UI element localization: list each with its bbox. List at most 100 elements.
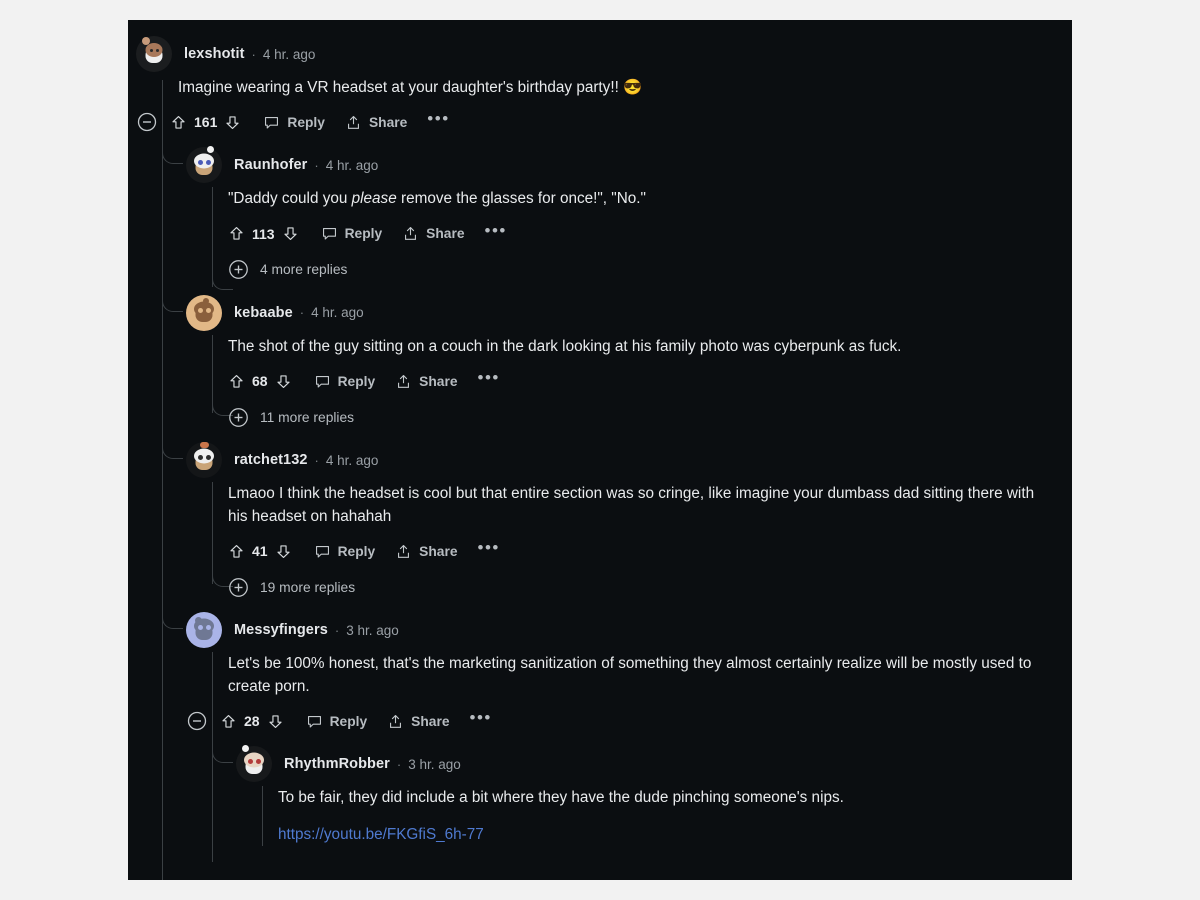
upvote-icon[interactable] — [170, 114, 187, 131]
comment-thread-item: ratchet132 · 4 hr. ago Lmaoo I think the… — [128, 440, 1072, 604]
comment-body: Let's be 100% honest, that's the marketi… — [228, 655, 1032, 695]
avatar-head-icon — [194, 153, 214, 169]
more-replies-button[interactable]: 11 more replies — [228, 400, 1072, 434]
thread-curve-connector — [162, 440, 183, 460]
upvote-icon[interactable] — [220, 713, 237, 730]
comment-timestamp: 3 hr. ago — [346, 622, 399, 638]
share-button[interactable]: Share — [402, 225, 465, 242]
share-icon — [345, 114, 362, 131]
avatar-eye-right-icon — [156, 48, 160, 52]
downvote-icon[interactable] — [224, 114, 241, 131]
avatar[interactable] — [136, 36, 172, 72]
avatar-head-icon — [194, 448, 214, 464]
vote-count: 113 — [252, 225, 275, 242]
screenshot-root: lexshotit · 4 hr. ago Imagine wearing a … — [0, 0, 1200, 900]
comment-header: lexshotit · 4 hr. ago — [136, 34, 1072, 74]
share-button[interactable]: Share — [395, 373, 458, 390]
more-replies-label: 11 more replies — [260, 409, 355, 425]
comment-author[interactable]: kebaabe — [234, 305, 293, 321]
comment-author[interactable]: RhythmRobber — [284, 756, 390, 772]
upvote-icon[interactable] — [228, 225, 245, 242]
downvote-icon[interactable] — [275, 543, 292, 560]
reply-button[interactable]: Reply — [306, 713, 367, 730]
downvote-icon[interactable] — [267, 713, 284, 730]
avatar-head-icon — [194, 301, 214, 317]
comment-body: To be fair, they did include a bit where… — [278, 789, 844, 807]
reply-label: Reply — [337, 373, 376, 389]
avatar-antenna-icon — [206, 146, 214, 154]
avatar[interactable] — [236, 745, 272, 783]
avatar-eye-left-icon — [149, 48, 153, 52]
more-replies-label: 19 more replies — [260, 579, 356, 595]
plus-circle-icon — [228, 577, 249, 598]
comment-external-link[interactable]: https://youtu.be/FKGfiS_6h-77 — [278, 824, 484, 846]
more-options-button[interactable]: ••• — [470, 709, 492, 729]
share-label: Share — [419, 373, 458, 389]
vote-group: 41 — [228, 543, 292, 560]
comment-author[interactable]: Messyfingers — [234, 622, 328, 638]
avatar[interactable] — [186, 294, 222, 331]
reply-label: Reply — [287, 114, 325, 130]
comment-bubble-icon — [306, 713, 323, 730]
meta-separator: · — [314, 452, 319, 468]
thread-curve-connector — [212, 744, 233, 764]
more-replies-button[interactable]: 19 more replies — [228, 570, 1072, 604]
comment-thread-item: RhythmRobber · 3 hr. ago To be fair, the… — [128, 744, 1072, 847]
collapse-thread-button[interactable] — [136, 111, 158, 133]
comment-body: Imagine wearing a VR headset at your dau… — [178, 79, 643, 96]
comment-body: Lmaoo I think the headset is cool but th… — [228, 485, 1035, 525]
comment-timestamp: 3 hr. ago — [408, 756, 461, 772]
comment-thread-item: lexshotit · 4 hr. ago Imagine wearing a … — [128, 20, 1072, 880]
vote-count: 41 — [252, 543, 268, 560]
comment-bubble-icon — [314, 373, 331, 390]
comment-action-bar: 113 Reply Share ••• — [186, 211, 1072, 253]
comment-author[interactable]: Raunhofer — [234, 157, 307, 173]
reply-button[interactable]: Reply — [314, 543, 375, 560]
share-button[interactable]: Share — [395, 543, 458, 560]
upvote-icon[interactable] — [228, 373, 245, 390]
upvote-icon[interactable] — [228, 543, 245, 560]
comment-bubble-icon — [263, 114, 280, 131]
downvote-icon[interactable] — [282, 225, 299, 242]
share-icon — [395, 543, 412, 560]
downvote-icon[interactable] — [275, 373, 292, 390]
comment-thread-card: lexshotit · 4 hr. ago Imagine wearing a … — [128, 20, 1072, 880]
avatar-head-icon — [145, 42, 163, 57]
more-options-button[interactable]: ••• — [478, 369, 500, 389]
comment-timestamp: 4 hr. ago — [311, 305, 364, 321]
meta-separator: · — [251, 46, 256, 62]
comment-thread-item: Raunhofer · 4 hr. ago "Daddy could you p… — [128, 145, 1072, 291]
avatar-head-icon — [244, 752, 264, 768]
more-replies-button[interactable]: 4 more replies — [228, 253, 1072, 287]
comment-author[interactable]: lexshotit — [184, 46, 245, 62]
vote-count: 28 — [244, 713, 260, 730]
comment-action-bar: 41 Reply Share ••• — [186, 528, 1072, 570]
comment-action-bar: 28 Reply Share ••• — [186, 698, 1072, 740]
comment-header: Messyfingers · 3 hr. ago — [186, 610, 1072, 650]
meta-separator: · — [334, 622, 340, 638]
comment-link-wrapper: https://youtu.be/FKGfiS_6h-77 — [236, 810, 1072, 846]
share-button[interactable]: Share — [345, 114, 407, 131]
share-button[interactable]: Share — [387, 713, 450, 730]
thread-curve-connector — [162, 610, 183, 630]
comment-author[interactable]: ratchet132 — [234, 452, 308, 468]
share-icon — [402, 225, 419, 242]
more-options-button[interactable]: ••• — [478, 539, 500, 559]
reply-button[interactable]: Reply — [321, 225, 382, 242]
comment-action-bar: 68 Reply Share ••• — [186, 358, 1072, 400]
meta-separator: · — [299, 305, 305, 321]
vote-count: 161 — [194, 114, 218, 131]
comment-timestamp: 4 hr. ago — [325, 452, 379, 468]
share-label: Share — [426, 226, 465, 242]
collapse-thread-button[interactable] — [186, 710, 208, 732]
more-options-button[interactable]: ••• — [427, 110, 449, 130]
more-options-button[interactable]: ••• — [485, 222, 507, 242]
avatar-antenna-icon — [200, 442, 210, 449]
reply-button[interactable]: Reply — [314, 373, 376, 390]
avatar[interactable] — [186, 442, 222, 479]
plus-circle-icon — [228, 407, 249, 428]
comment-timestamp: 4 hr. ago — [262, 46, 316, 62]
reply-button[interactable]: Reply — [263, 114, 325, 131]
avatar[interactable] — [186, 146, 222, 184]
avatar[interactable] — [186, 612, 222, 649]
